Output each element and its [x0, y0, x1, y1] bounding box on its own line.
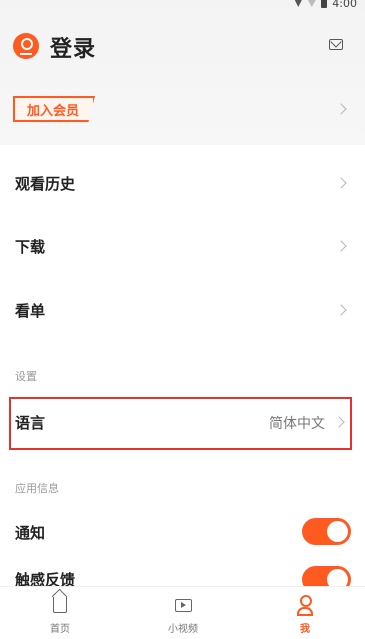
- watch-history-label: 观看历史: [15, 175, 76, 193]
- tab-home[interactable]: 首页: [20, 587, 100, 639]
- join-vip-label: 加入会员: [27, 104, 80, 119]
- tab-short-video[interactable]: 小视频: [143, 587, 223, 639]
- status-time: 4:00: [332, 0, 357, 10]
- watchlist-chevron-icon: [335, 304, 347, 316]
- tab-home-label: 首页: [50, 624, 70, 635]
- bottom-tab-bar: 首页 小视频 我: [0, 586, 365, 639]
- downloads-chevron-icon: [335, 240, 347, 252]
- avatar-icon[interactable]: [13, 33, 39, 59]
- profile-header: [0, 0, 365, 145]
- tab-me[interactable]: 我: [265, 587, 345, 639]
- watchlist-label: 看单: [15, 302, 46, 320]
- downloads-label: 下载: [15, 238, 46, 256]
- login-button[interactable]: 登录: [50, 31, 96, 63]
- app-info-section-title: 应用信息: [15, 482, 59, 495]
- wifi-icon: [307, 0, 317, 7]
- battery-icon: [321, 0, 328, 8]
- language-label: 语言: [15, 414, 46, 432]
- tab-me-label: 我: [300, 624, 310, 635]
- signal-icon: [294, 0, 303, 7]
- notifications-label: 通知: [15, 524, 46, 542]
- watch-history-chevron-icon: [335, 177, 347, 189]
- status-bar: 4:00: [294, 0, 357, 10]
- video-icon: [175, 599, 192, 612]
- mail-icon[interactable]: [329, 39, 343, 50]
- notifications-toggle[interactable]: [302, 518, 351, 545]
- home-icon: [53, 597, 67, 613]
- settings-section-title: 设置: [15, 370, 37, 383]
- language-value: 简体中文: [269, 416, 325, 432]
- user-icon: [297, 595, 313, 616]
- join-vip-button[interactable]: 加入会员: [13, 96, 95, 122]
- tab-short-video-label: 小视频: [168, 624, 198, 635]
